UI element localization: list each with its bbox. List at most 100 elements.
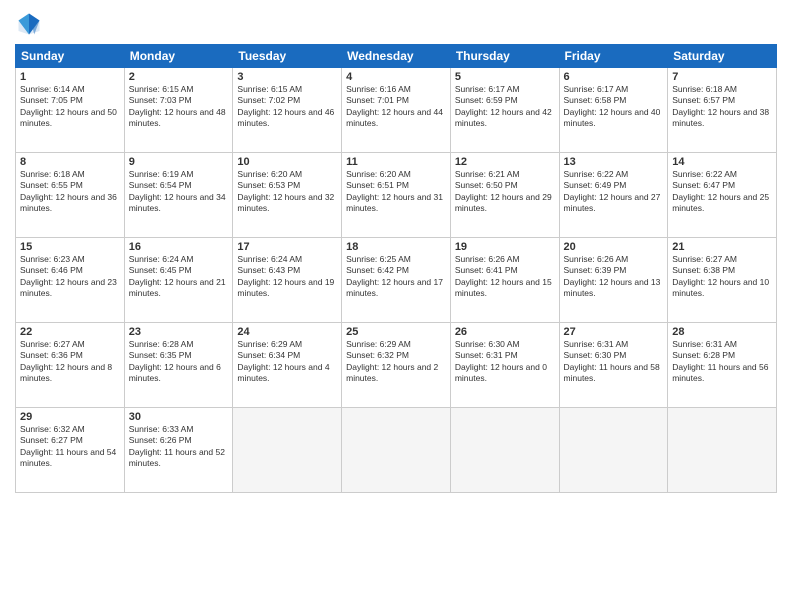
week-row-4: 22 Sunrise: 6:27 AMSunset: 6:36 PMDaylig… xyxy=(16,323,777,408)
week-row-2: 8 Sunrise: 6:18 AMSunset: 6:55 PMDayligh… xyxy=(16,153,777,238)
day-number: 6 xyxy=(564,71,664,83)
day-cell: 25 Sunrise: 6:29 AMSunset: 6:32 PMDaylig… xyxy=(342,323,451,408)
day-cell: 22 Sunrise: 6:27 AMSunset: 6:36 PMDaylig… xyxy=(16,323,125,408)
day-number: 13 xyxy=(564,156,664,168)
day-detail: Sunrise: 6:20 AMSunset: 6:53 PMDaylight:… xyxy=(237,169,337,215)
day-number: 5 xyxy=(455,71,555,83)
day-number: 20 xyxy=(564,241,664,253)
day-cell: 27 Sunrise: 6:31 AMSunset: 6:30 PMDaylig… xyxy=(559,323,668,408)
day-number: 18 xyxy=(346,241,446,253)
day-detail: Sunrise: 6:29 AMSunset: 6:34 PMDaylight:… xyxy=(237,339,337,385)
day-detail: Sunrise: 6:27 AMSunset: 6:38 PMDaylight:… xyxy=(672,254,772,300)
day-number: 1 xyxy=(20,71,120,83)
day-detail: Sunrise: 6:15 AMSunset: 7:03 PMDaylight:… xyxy=(129,84,229,130)
calendar-body: 1 Sunrise: 6:14 AMSunset: 7:05 PMDayligh… xyxy=(16,68,777,493)
day-cell: 2 Sunrise: 6:15 AMSunset: 7:03 PMDayligh… xyxy=(124,68,233,153)
day-detail: Sunrise: 6:31 AMSunset: 6:28 PMDaylight:… xyxy=(672,339,772,385)
day-detail: Sunrise: 6:24 AMSunset: 6:45 PMDaylight:… xyxy=(129,254,229,300)
day-detail: Sunrise: 6:17 AMSunset: 6:58 PMDaylight:… xyxy=(564,84,664,130)
day-cell: 8 Sunrise: 6:18 AMSunset: 6:55 PMDayligh… xyxy=(16,153,125,238)
day-detail: Sunrise: 6:25 AMSunset: 6:42 PMDaylight:… xyxy=(346,254,446,300)
day-number: 10 xyxy=(237,156,337,168)
day-number: 24 xyxy=(237,326,337,338)
day-detail: Sunrise: 6:28 AMSunset: 6:35 PMDaylight:… xyxy=(129,339,229,385)
day-detail: Sunrise: 6:21 AMSunset: 6:50 PMDaylight:… xyxy=(455,169,555,215)
day-detail: Sunrise: 6:15 AMSunset: 7:02 PMDaylight:… xyxy=(237,84,337,130)
day-number: 26 xyxy=(455,326,555,338)
logo xyxy=(15,10,47,38)
day-detail: Sunrise: 6:29 AMSunset: 6:32 PMDaylight:… xyxy=(346,339,446,385)
day-detail: Sunrise: 6:18 AMSunset: 6:57 PMDaylight:… xyxy=(672,84,772,130)
column-header-tuesday: Tuesday xyxy=(233,45,342,68)
day-detail: Sunrise: 6:23 AMSunset: 6:46 PMDaylight:… xyxy=(20,254,120,300)
day-cell xyxy=(668,408,777,493)
day-cell: 13 Sunrise: 6:22 AMSunset: 6:49 PMDaylig… xyxy=(559,153,668,238)
day-detail: Sunrise: 6:26 AMSunset: 6:41 PMDaylight:… xyxy=(455,254,555,300)
day-cell: 28 Sunrise: 6:31 AMSunset: 6:28 PMDaylig… xyxy=(668,323,777,408)
page: SundayMondayTuesdayWednesdayThursdayFrid… xyxy=(0,0,792,612)
day-cell: 24 Sunrise: 6:29 AMSunset: 6:34 PMDaylig… xyxy=(233,323,342,408)
week-row-5: 29 Sunrise: 6:32 AMSunset: 6:27 PMDaylig… xyxy=(16,408,777,493)
day-detail: Sunrise: 6:27 AMSunset: 6:36 PMDaylight:… xyxy=(20,339,120,385)
column-header-thursday: Thursday xyxy=(450,45,559,68)
day-detail: Sunrise: 6:17 AMSunset: 6:59 PMDaylight:… xyxy=(455,84,555,130)
day-detail: Sunrise: 6:20 AMSunset: 6:51 PMDaylight:… xyxy=(346,169,446,215)
day-detail: Sunrise: 6:30 AMSunset: 6:31 PMDaylight:… xyxy=(455,339,555,385)
day-number: 11 xyxy=(346,156,446,168)
day-detail: Sunrise: 6:19 AMSunset: 6:54 PMDaylight:… xyxy=(129,169,229,215)
header xyxy=(15,10,777,38)
day-number: 21 xyxy=(672,241,772,253)
day-cell: 3 Sunrise: 6:15 AMSunset: 7:02 PMDayligh… xyxy=(233,68,342,153)
day-cell: 1 Sunrise: 6:14 AMSunset: 7:05 PMDayligh… xyxy=(16,68,125,153)
day-number: 23 xyxy=(129,326,229,338)
day-cell: 20 Sunrise: 6:26 AMSunset: 6:39 PMDaylig… xyxy=(559,238,668,323)
day-number: 15 xyxy=(20,241,120,253)
day-cell: 30 Sunrise: 6:33 AMSunset: 6:26 PMDaylig… xyxy=(124,408,233,493)
day-cell: 14 Sunrise: 6:22 AMSunset: 6:47 PMDaylig… xyxy=(668,153,777,238)
day-detail: Sunrise: 6:32 AMSunset: 6:27 PMDaylight:… xyxy=(20,424,120,470)
week-row-3: 15 Sunrise: 6:23 AMSunset: 6:46 PMDaylig… xyxy=(16,238,777,323)
day-number: 4 xyxy=(346,71,446,83)
day-cell: 5 Sunrise: 6:17 AMSunset: 6:59 PMDayligh… xyxy=(450,68,559,153)
day-number: 29 xyxy=(20,411,120,423)
day-cell: 26 Sunrise: 6:30 AMSunset: 6:31 PMDaylig… xyxy=(450,323,559,408)
column-header-monday: Monday xyxy=(124,45,233,68)
day-number: 19 xyxy=(455,241,555,253)
day-number: 14 xyxy=(672,156,772,168)
day-cell: 9 Sunrise: 6:19 AMSunset: 6:54 PMDayligh… xyxy=(124,153,233,238)
day-cell: 6 Sunrise: 6:17 AMSunset: 6:58 PMDayligh… xyxy=(559,68,668,153)
logo-icon xyxy=(15,10,43,38)
day-number: 30 xyxy=(129,411,229,423)
day-cell: 29 Sunrise: 6:32 AMSunset: 6:27 PMDaylig… xyxy=(16,408,125,493)
day-detail: Sunrise: 6:26 AMSunset: 6:39 PMDaylight:… xyxy=(564,254,664,300)
day-number: 28 xyxy=(672,326,772,338)
week-row-1: 1 Sunrise: 6:14 AMSunset: 7:05 PMDayligh… xyxy=(16,68,777,153)
day-cell: 7 Sunrise: 6:18 AMSunset: 6:57 PMDayligh… xyxy=(668,68,777,153)
day-cell xyxy=(450,408,559,493)
day-cell: 23 Sunrise: 6:28 AMSunset: 6:35 PMDaylig… xyxy=(124,323,233,408)
day-cell: 18 Sunrise: 6:25 AMSunset: 6:42 PMDaylig… xyxy=(342,238,451,323)
day-number: 8 xyxy=(20,156,120,168)
calendar-table: SundayMondayTuesdayWednesdayThursdayFrid… xyxy=(15,44,777,493)
day-cell: 19 Sunrise: 6:26 AMSunset: 6:41 PMDaylig… xyxy=(450,238,559,323)
column-header-friday: Friday xyxy=(559,45,668,68)
day-cell: 21 Sunrise: 6:27 AMSunset: 6:38 PMDaylig… xyxy=(668,238,777,323)
day-cell: 16 Sunrise: 6:24 AMSunset: 6:45 PMDaylig… xyxy=(124,238,233,323)
column-header-wednesday: Wednesday xyxy=(342,45,451,68)
day-cell xyxy=(233,408,342,493)
day-number: 25 xyxy=(346,326,446,338)
day-detail: Sunrise: 6:33 AMSunset: 6:26 PMDaylight:… xyxy=(129,424,229,470)
day-cell: 15 Sunrise: 6:23 AMSunset: 6:46 PMDaylig… xyxy=(16,238,125,323)
day-detail: Sunrise: 6:14 AMSunset: 7:05 PMDaylight:… xyxy=(20,84,120,130)
column-header-saturday: Saturday xyxy=(668,45,777,68)
day-detail: Sunrise: 6:22 AMSunset: 6:47 PMDaylight:… xyxy=(672,169,772,215)
day-cell: 12 Sunrise: 6:21 AMSunset: 6:50 PMDaylig… xyxy=(450,153,559,238)
day-cell xyxy=(342,408,451,493)
day-detail: Sunrise: 6:31 AMSunset: 6:30 PMDaylight:… xyxy=(564,339,664,385)
day-number: 17 xyxy=(237,241,337,253)
day-detail: Sunrise: 6:22 AMSunset: 6:49 PMDaylight:… xyxy=(564,169,664,215)
column-header-sunday: Sunday xyxy=(16,45,125,68)
day-cell: 11 Sunrise: 6:20 AMSunset: 6:51 PMDaylig… xyxy=(342,153,451,238)
day-number: 9 xyxy=(129,156,229,168)
day-cell: 10 Sunrise: 6:20 AMSunset: 6:53 PMDaylig… xyxy=(233,153,342,238)
